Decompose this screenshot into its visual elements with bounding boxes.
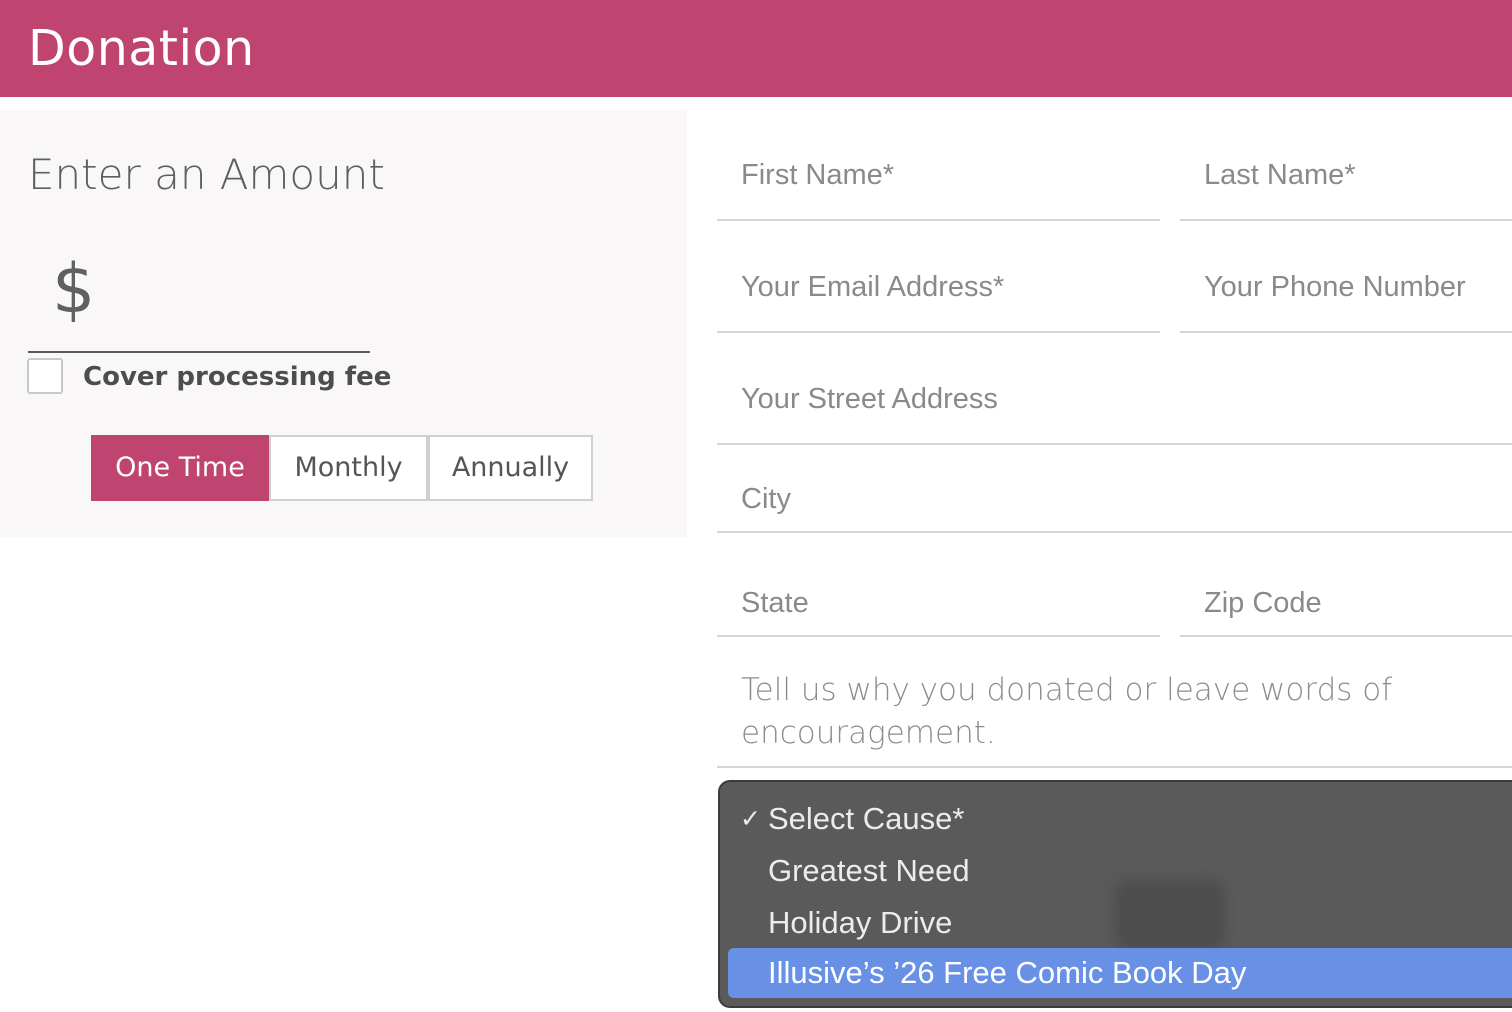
dollar-sign-icon: $ bbox=[52, 250, 96, 329]
zip-code-field[interactable]: Zip Code bbox=[1204, 583, 1504, 623]
phone-underline bbox=[1180, 331, 1512, 333]
cause-option-label: Holiday Drive bbox=[768, 905, 953, 940]
page-title: Donation bbox=[28, 20, 255, 77]
cover-fee-label[interactable]: Cover processing fee bbox=[83, 360, 391, 394]
message-underline bbox=[717, 766, 1512, 768]
one-time-button[interactable]: One Time bbox=[91, 435, 269, 501]
cause-option-label: Select Cause* bbox=[768, 801, 965, 836]
state-underline bbox=[717, 635, 1160, 637]
first-name-field[interactable]: First Name* bbox=[741, 155, 1151, 195]
cause-option-free-comic-book-day[interactable]: Illusive’s ’26 Free Comic Book Day bbox=[728, 948, 1512, 998]
cause-option-select[interactable]: ✓ Select Cause* bbox=[728, 794, 1512, 844]
cause-option-holiday-drive[interactable]: Holiday Drive bbox=[728, 898, 1512, 948]
amount-underline bbox=[28, 351, 370, 353]
email-field[interactable]: Your Email Address* bbox=[741, 267, 1151, 307]
cause-option-label: Greatest Need bbox=[768, 853, 970, 888]
amount-heading: Enter an Amount bbox=[28, 150, 385, 199]
phone-field[interactable]: Your Phone Number bbox=[1204, 267, 1512, 307]
amount-input[interactable] bbox=[110, 250, 369, 332]
street-address-field[interactable]: Your Street Address bbox=[741, 379, 1441, 419]
city-underline bbox=[717, 531, 1512, 533]
last-name-field[interactable]: Last Name* bbox=[1204, 155, 1504, 195]
state-field[interactable]: State bbox=[741, 583, 1151, 623]
cause-dropdown-menu[interactable]: ✓ Select Cause* Greatest Need Holiday Dr… bbox=[718, 780, 1512, 1008]
street-address-underline bbox=[717, 443, 1512, 445]
zip-code-underline bbox=[1180, 635, 1512, 637]
email-underline bbox=[717, 331, 1160, 333]
checkmark-icon: ✓ bbox=[740, 805, 761, 833]
monthly-button[interactable]: Monthly bbox=[269, 435, 428, 501]
cause-option-label: Illusive’s ’26 Free Comic Book Day bbox=[768, 955, 1247, 990]
cause-option-greatest-need[interactable]: Greatest Need bbox=[728, 846, 1512, 896]
annually-button[interactable]: Annually bbox=[428, 435, 593, 501]
first-name-underline bbox=[717, 219, 1160, 221]
last-name-underline bbox=[1180, 219, 1512, 221]
city-field[interactable]: City bbox=[741, 479, 1441, 519]
message-textarea[interactable]: Tell us why you donated or leave words o… bbox=[741, 669, 1441, 755]
page-header: Donation bbox=[0, 0, 1512, 97]
cover-fee-checkbox[interactable] bbox=[27, 358, 63, 394]
amount-panel: Enter an Amount $ Cover processing fee O… bbox=[0, 110, 687, 537]
